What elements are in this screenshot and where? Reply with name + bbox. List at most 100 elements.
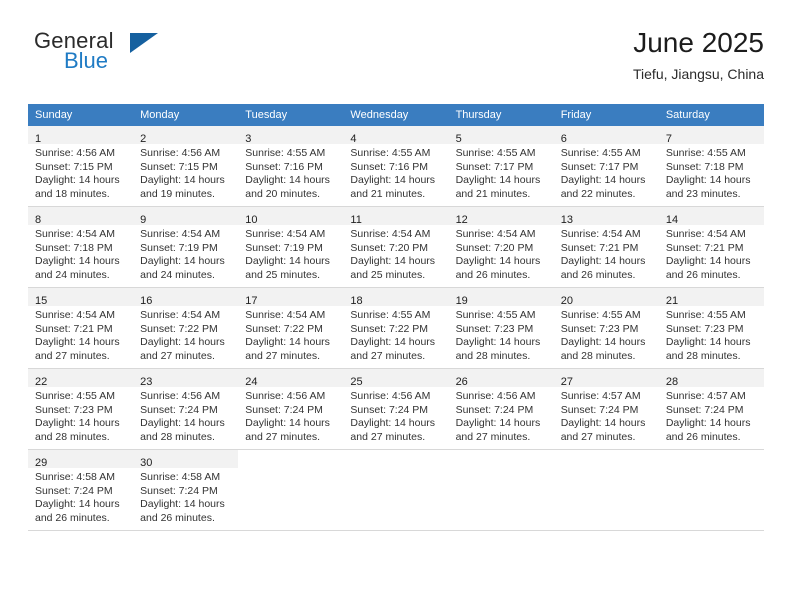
sunset-text: Sunset: 7:21 PM (665, 241, 744, 254)
calendar-day-cell-empty (343, 449, 449, 531)
day-number-bar: 18 (343, 288, 449, 307)
day-details: Sunrise: 4:57 AM Sunset: 7:24 PM Dayligh… (666, 387, 758, 444)
calendar-day-cell[interactable]: 8 Sunrise: 4:54 AM Sunset: 7:18 PM Dayli… (28, 206, 134, 288)
calendar-day-cell[interactable]: 10 Sunrise: 4:54 AM Sunset: 7:19 PM Dayl… (238, 206, 344, 288)
calendar-day-cell[interactable]: 23 Sunrise: 4:56 AM Sunset: 7:24 PM Dayl… (133, 368, 239, 450)
day-number-bar: 8 (28, 207, 134, 226)
calendar-day-cell[interactable]: 24 Sunrise: 4:56 AM Sunset: 7:24 PM Dayl… (238, 368, 344, 450)
day-details: Sunrise: 4:54 AM Sunset: 7:20 PM Dayligh… (456, 225, 548, 282)
calendar-day-cell[interactable]: 18 Sunrise: 4:55 AM Sunset: 7:22 PM Dayl… (343, 287, 449, 369)
day-number-bar: 17 (238, 288, 344, 307)
daylight-text-line2: and 24 minutes. (140, 268, 215, 281)
day-cell-content: 4 Sunrise: 4:55 AM Sunset: 7:16 PM Dayli… (343, 126, 449, 206)
daylight-text-line1: Daylight: 14 hours (665, 174, 751, 187)
day-cell-content: 28 Sunrise: 4:57 AM Sunset: 7:24 PM Dayl… (658, 369, 764, 449)
daylight-text-line1: Daylight: 14 hours (665, 417, 751, 430)
sunrise-text: Sunrise: 4:56 AM (140, 390, 221, 402)
calendar-day-cell[interactable]: 29 Sunrise: 4:58 AM Sunset: 7:24 PM Dayl… (28, 449, 134, 531)
day-number-bar: 20 (553, 288, 659, 307)
calendar-day-cell[interactable]: 5 Sunrise: 4:55 AM Sunset: 7:17 PM Dayli… (448, 126, 554, 207)
sunset-text: Sunset: 7:20 PM (350, 241, 429, 254)
calendar-day-cell[interactable]: 13 Sunrise: 4:54 AM Sunset: 7:21 PM Dayl… (553, 206, 659, 288)
sunrise-text: Sunrise: 4:55 AM (350, 147, 431, 159)
calendar-day-cell[interactable]: 2 Sunrise: 4:56 AM Sunset: 7:15 PM Dayli… (133, 126, 239, 207)
daylight-text-line1: Daylight: 14 hours (665, 336, 751, 349)
daylight-text-line1: Daylight: 14 hours (140, 174, 225, 187)
sunset-text: Sunset: 7:18 PM (665, 160, 744, 173)
day-cell-content (448, 450, 554, 530)
daylight-text-line2: and 28 minutes. (455, 349, 531, 362)
calendar-day-cell[interactable]: 1 Sunrise: 4:56 AM Sunset: 7:15 PM Dayli… (28, 126, 134, 207)
calendar-day-cell[interactable]: 9 Sunrise: 4:54 AM Sunset: 7:19 PM Dayli… (133, 206, 239, 288)
brand-logo[interactable]: General Blue (34, 28, 234, 84)
day-number-bar: 5 (448, 126, 554, 145)
day-number: 2 (140, 133, 147, 145)
calendar-day-cell[interactable]: 12 Sunrise: 4:54 AM Sunset: 7:20 PM Dayl… (448, 206, 554, 288)
calendar-day-cell[interactable]: 14 Sunrise: 4:54 AM Sunset: 7:21 PM Dayl… (658, 206, 764, 288)
daylight-text-line1: Daylight: 14 hours (245, 174, 330, 187)
day-cell-content: 30 Sunrise: 4:58 AM Sunset: 7:24 PM Dayl… (133, 450, 239, 530)
calendar-day-cell[interactable]: 19 Sunrise: 4:55 AM Sunset: 7:23 PM Dayl… (448, 287, 554, 369)
daylight-text-line1: Daylight: 14 hours (560, 174, 646, 187)
day-number-bar: 1 (28, 126, 134, 145)
sunset-text: Sunset: 7:22 PM (350, 322, 429, 335)
day-details: Sunrise: 4:55 AM Sunset: 7:16 PM Dayligh… (350, 144, 442, 201)
weekday-header-friday: Friday (553, 104, 659, 126)
calendar-day-cell[interactable]: 7 Sunrise: 4:55 AM Sunset: 7:18 PM Dayli… (658, 126, 764, 207)
calendar-day-cell[interactable]: 20 Sunrise: 4:55 AM Sunset: 7:23 PM Dayl… (553, 287, 659, 369)
sunset-text: Sunset: 7:24 PM (245, 403, 323, 416)
sunset-text: Sunset: 7:24 PM (140, 403, 218, 416)
daylight-text-line1: Daylight: 14 hours (350, 255, 436, 268)
calendar-day-cell[interactable]: 16 Sunrise: 4:54 AM Sunset: 7:22 PM Dayl… (133, 287, 239, 369)
weekday-header-sunday: Sunday (28, 104, 134, 126)
calendar-day-cell[interactable]: 27 Sunrise: 4:57 AM Sunset: 7:24 PM Dayl… (553, 368, 659, 450)
day-details: Sunrise: 4:55 AM Sunset: 7:23 PM Dayligh… (666, 306, 758, 363)
day-details: Sunrise: 4:55 AM Sunset: 7:22 PM Dayligh… (350, 306, 442, 363)
daylight-text-line2: and 28 minutes. (665, 349, 741, 362)
calendar-day-cell[interactable]: 28 Sunrise: 4:57 AM Sunset: 7:24 PM Dayl… (658, 368, 764, 450)
day-number-bar: 30 (133, 450, 239, 469)
sunrise-text: Sunrise: 4:55 AM (35, 390, 115, 402)
daylight-text-line2: and 24 minutes. (35, 268, 110, 281)
day-cell-content: 13 Sunrise: 4:54 AM Sunset: 7:21 PM Dayl… (553, 207, 659, 287)
sunrise-text: Sunrise: 4:57 AM (560, 390, 641, 402)
sunset-text: Sunset: 7:24 PM (350, 403, 429, 416)
calendar-day-cell[interactable]: 15 Sunrise: 4:54 AM Sunset: 7:21 PM Dayl… (28, 287, 134, 369)
calendar-header-row: Sunday Monday Tuesday Wednesday Thursday… (28, 104, 764, 126)
day-cell-content: 2 Sunrise: 4:56 AM Sunset: 7:15 PM Dayli… (133, 126, 239, 206)
day-number-bar (658, 450, 764, 468)
day-number-bar: 7 (658, 126, 764, 145)
day-number-bar: 22 (28, 369, 134, 388)
calendar-day-cell[interactable]: 21 Sunrise: 4:55 AM Sunset: 7:23 PM Dayl… (658, 287, 764, 369)
day-cell-content: 15 Sunrise: 4:54 AM Sunset: 7:21 PM Dayl… (28, 288, 134, 368)
calendar-day-cell[interactable]: 6 Sunrise: 4:55 AM Sunset: 7:17 PM Dayli… (553, 126, 659, 207)
sunrise-text: Sunrise: 4:54 AM (665, 228, 746, 240)
day-number-bar: 3 (238, 126, 344, 145)
sunrise-text: Sunrise: 4:54 AM (350, 228, 431, 240)
calendar-day-cell[interactable]: 4 Sunrise: 4:55 AM Sunset: 7:16 PM Dayli… (343, 126, 449, 207)
sunrise-text: Sunrise: 4:58 AM (140, 471, 221, 483)
daylight-text-line1: Daylight: 14 hours (350, 336, 436, 349)
day-details: Sunrise: 4:54 AM Sunset: 7:19 PM Dayligh… (140, 225, 232, 282)
calendar-day-cell[interactable]: 11 Sunrise: 4:54 AM Sunset: 7:20 PM Dayl… (343, 206, 449, 288)
day-cell-content: 24 Sunrise: 4:56 AM Sunset: 7:24 PM Dayl… (238, 369, 344, 449)
brand-name-blue: Blue (64, 48, 109, 73)
day-cell-content (553, 450, 659, 530)
calendar-day-cell[interactable]: 25 Sunrise: 4:56 AM Sunset: 7:24 PM Dayl… (343, 368, 449, 450)
day-cell-content: 14 Sunrise: 4:54 AM Sunset: 7:21 PM Dayl… (658, 207, 764, 287)
day-number: 19 (455, 295, 468, 307)
calendar-week-row: 15 Sunrise: 4:54 AM Sunset: 7:21 PM Dayl… (28, 287, 764, 369)
day-details: Sunrise: 4:55 AM Sunset: 7:23 PM Dayligh… (456, 306, 548, 363)
day-number: 26 (455, 376, 468, 388)
sunrise-text: Sunrise: 4:54 AM (560, 228, 641, 240)
calendar-day-cell[interactable]: 3 Sunrise: 4:55 AM Sunset: 7:16 PM Dayli… (238, 126, 344, 207)
calendar-day-cell[interactable]: 22 Sunrise: 4:55 AM Sunset: 7:23 PM Dayl… (28, 368, 134, 450)
day-number: 29 (35, 457, 48, 469)
calendar-day-cell[interactable]: 30 Sunrise: 4:58 AM Sunset: 7:24 PM Dayl… (133, 449, 239, 531)
calendar-day-cell[interactable]: 17 Sunrise: 4:54 AM Sunset: 7:22 PM Dayl… (238, 287, 344, 369)
calendar-day-cell[interactable]: 26 Sunrise: 4:56 AM Sunset: 7:24 PM Dayl… (448, 368, 554, 450)
daylight-text-line1: Daylight: 14 hours (350, 417, 436, 430)
daylight-text-line1: Daylight: 14 hours (245, 417, 330, 430)
daylight-text-line1: Daylight: 14 hours (560, 336, 646, 349)
day-number-bar (553, 450, 659, 468)
